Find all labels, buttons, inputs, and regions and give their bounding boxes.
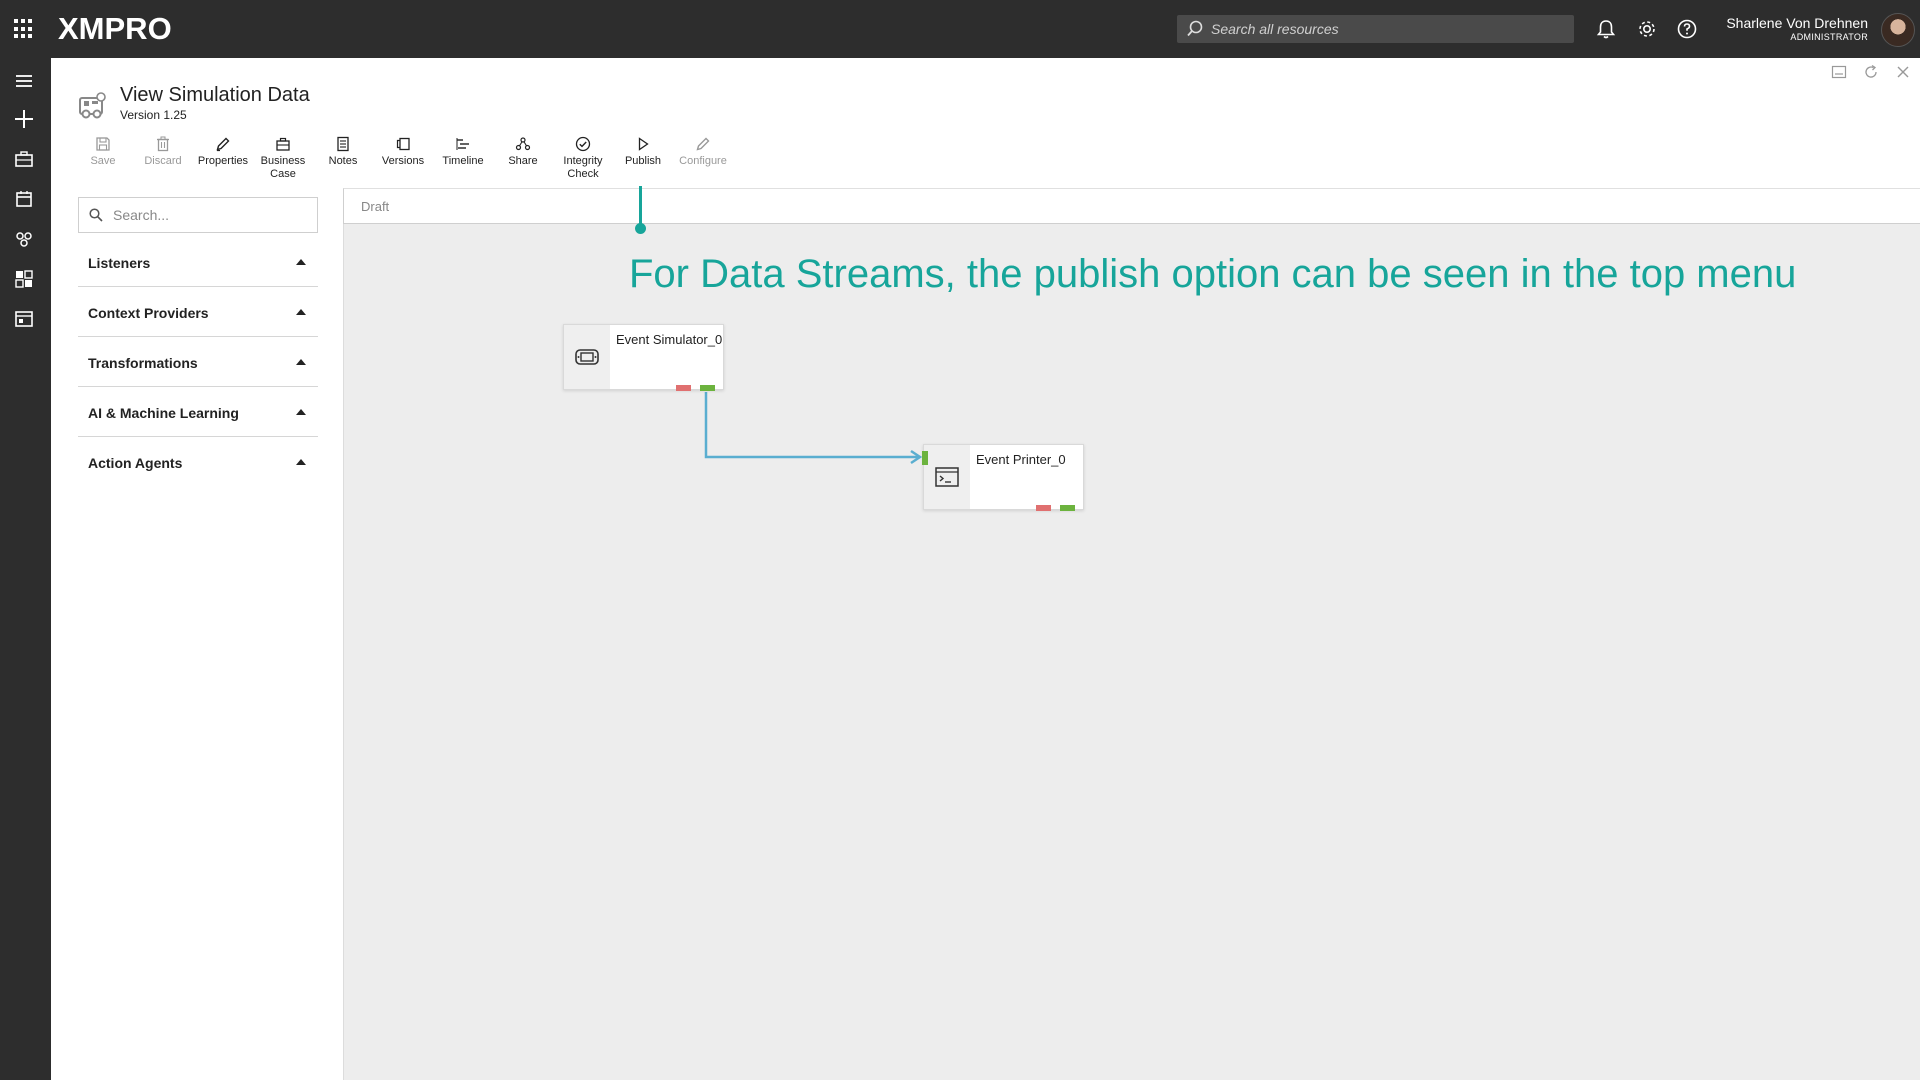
caret-up-icon (296, 259, 306, 265)
configure-button[interactable]: Configure (673, 136, 733, 168)
category-label: AI & Machine Learning (88, 405, 239, 421)
trash-icon (157, 136, 169, 152)
dashboard-icon[interactable] (13, 268, 35, 290)
left-rail: X (0, 58, 51, 1080)
app-launcher-icon[interactable] (14, 19, 34, 39)
notes-label: Notes (328, 155, 358, 167)
discard-label: Discard (144, 155, 182, 167)
node-event-printer[interactable]: Event Printer_0 (922, 444, 1084, 511)
node-label: Event Simulator_0 (616, 332, 723, 347)
business-case-label-1: Business (260, 155, 306, 167)
briefcase-icon (276, 137, 290, 151)
status-bar: Draft (343, 188, 1920, 224)
play-icon (638, 137, 649, 151)
properties-label: Properties (197, 155, 249, 167)
integrity-check-button[interactable]: Integrity Check (553, 136, 613, 181)
versions-button[interactable]: Versions (373, 136, 433, 168)
page-title: View Simulation Data (120, 84, 310, 106)
category-label: Context Providers (88, 305, 209, 321)
integrity-label-1: Integrity (563, 155, 603, 167)
category-transformations[interactable]: Transformations (78, 337, 318, 387)
annotation-text: For Data Streams, the publish option can… (629, 252, 1797, 296)
business-case-label-2: Case (270, 168, 296, 180)
top-bar: XMPRO Sharlene Von Drehnen ADMINISTRATOR (0, 0, 1920, 58)
data-stream-icon (79, 92, 106, 119)
output-port[interactable] (700, 385, 715, 391)
annotation-pointer (639, 186, 642, 228)
caret-up-icon (296, 459, 306, 465)
caret-up-icon (296, 409, 306, 415)
save-button[interactable]: Save (73, 136, 133, 168)
versions-icon (396, 137, 410, 151)
toolbox-search-input[interactable] (113, 198, 313, 232)
output-port[interactable] (1060, 505, 1075, 511)
terminal-icon (935, 467, 959, 487)
configure-label: Configure (679, 155, 727, 167)
category-label: Transformations (88, 355, 198, 371)
briefcase-icon[interactable] (13, 148, 35, 170)
close-icon[interactable] (1895, 64, 1911, 80)
brand-logo[interactable]: XMPRO (58, 11, 172, 47)
save-label: Save (90, 155, 116, 167)
calendar-icon[interactable] (13, 188, 35, 210)
category-label: Action Agents (88, 455, 183, 471)
page-version: Version 1.25 (120, 108, 187, 122)
publish-label: Publish (624, 155, 662, 167)
save-icon (96, 137, 110, 151)
user-name[interactable]: Sharlene Von Drehnen (1726, 15, 1868, 31)
node-icon-area (924, 445, 970, 509)
share-label: Share (508, 155, 538, 167)
plus-icon[interactable] (13, 108, 35, 130)
caret-up-icon (296, 359, 306, 365)
category-action-agents[interactable]: Action Agents (78, 437, 318, 487)
error-output-port[interactable] (676, 385, 691, 391)
search-icon (89, 208, 103, 222)
category-label: Listeners (88, 255, 151, 271)
stream-icon[interactable] (13, 228, 35, 250)
refresh-icon[interactable] (1863, 64, 1879, 80)
category-context-providers[interactable]: Context Providers (78, 287, 318, 337)
gear-icon[interactable] (1636, 18, 1658, 40)
user-role: ADMINISTRATOR (1790, 32, 1868, 42)
node-event-simulator[interactable]: Event Simulator_0 (563, 324, 724, 391)
publish-button[interactable]: Publish (613, 136, 673, 168)
error-output-port[interactable] (1036, 505, 1051, 511)
node-icon-area (564, 325, 610, 389)
category-listeners[interactable]: Listeners (78, 237, 318, 287)
pencil-icon (696, 137, 710, 151)
timeline-label: Timeline (442, 155, 484, 167)
global-search-input[interactable] (1211, 15, 1561, 43)
status-label: Draft (361, 199, 390, 214)
share-button[interactable]: Share (493, 136, 553, 168)
stream-connector[interactable] (700, 390, 930, 470)
help-icon[interactable] (1676, 18, 1698, 40)
notes-button[interactable]: Notes (313, 136, 373, 168)
versions-label: Versions (381, 155, 425, 167)
timeline-button[interactable]: Timeline (433, 136, 493, 168)
share-icon (515, 137, 531, 151)
business-case-button[interactable]: Business Case (253, 136, 313, 181)
timeline-icon (456, 138, 469, 150)
check-circle-icon (575, 136, 591, 152)
avatar[interactable] (1881, 13, 1915, 47)
properties-button[interactable]: Properties (193, 136, 253, 168)
design-canvas[interactable] (343, 188, 1920, 1080)
notes-icon (337, 136, 349, 152)
search-icon (1187, 20, 1203, 37)
annotation-dot (635, 223, 646, 234)
input-port[interactable] (922, 451, 928, 465)
global-search[interactable] (1177, 15, 1574, 43)
menu-icon[interactable] (13, 70, 35, 92)
app-icon[interactable] (13, 308, 35, 330)
simulator-icon (575, 349, 599, 365)
bell-icon[interactable] (1595, 18, 1617, 40)
minimize-icon[interactable] (1831, 64, 1847, 80)
integrity-label-2: Check (567, 168, 599, 180)
caret-up-icon (296, 309, 306, 315)
discard-button[interactable]: Discard (133, 136, 193, 168)
pencil-icon (216, 137, 230, 152)
category-ai-machine-learning[interactable]: AI & Machine Learning (78, 387, 318, 437)
node-label: Event Printer_0 (976, 452, 1066, 467)
toolbox-search[interactable] (78, 197, 318, 233)
